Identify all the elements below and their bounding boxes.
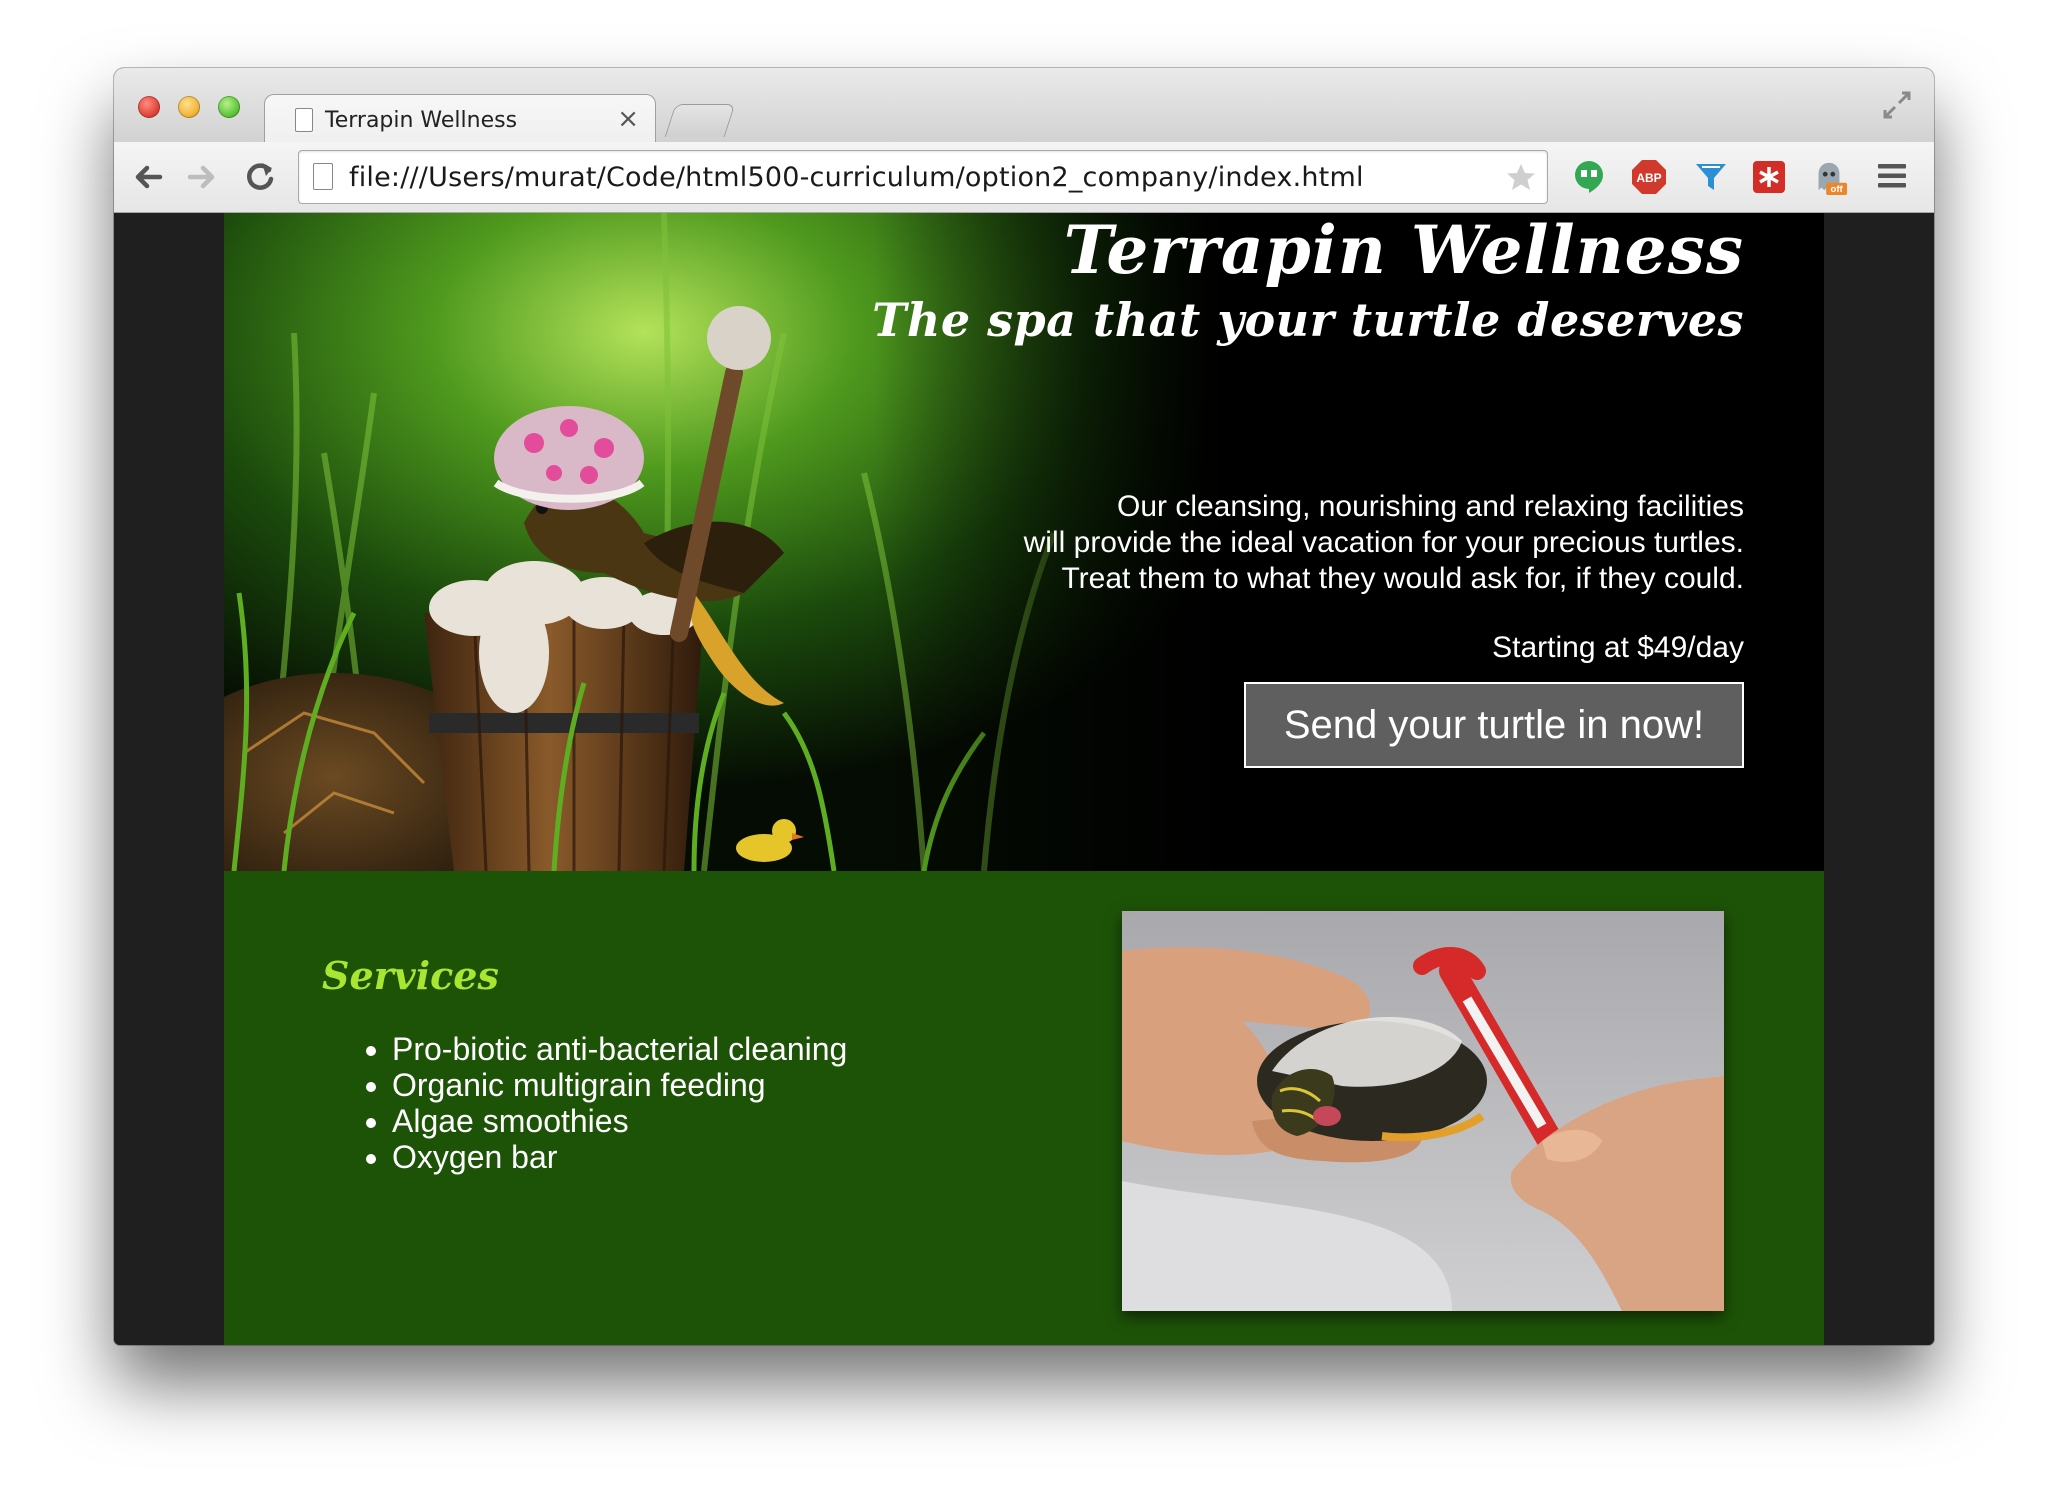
services-heading: Services bbox=[322, 953, 499, 998]
hero-description: Our cleansing, nourishing and relaxing f… bbox=[844, 489, 1744, 597]
hero-description-line: Our cleansing, nourishing and relaxing f… bbox=[1116, 490, 1744, 523]
hamburger-menu-icon[interactable] bbox=[1876, 161, 1908, 191]
hero-description-line: will provide the ideal vacation for your… bbox=[1023, 526, 1744, 559]
window-minimize-button[interactable] bbox=[178, 96, 200, 118]
page-viewport: Terrapin Wellness The spa that your turt… bbox=[114, 213, 1934, 1345]
ghostery-icon[interactable]: off bbox=[1810, 158, 1848, 196]
forward-arrow-icon[interactable] bbox=[184, 159, 220, 195]
list-item: Algae smoothies bbox=[392, 1103, 847, 1139]
page-icon bbox=[313, 163, 333, 190]
browser-window: Terrapin Wellness × file:///Users/murat/… bbox=[114, 68, 1934, 1345]
hero-description-line: Treat them to what they would ask for, i… bbox=[1061, 562, 1744, 595]
document-icon bbox=[295, 108, 313, 132]
adblock-plus-icon[interactable]: ABP bbox=[1630, 158, 1668, 196]
window-zoom-button[interactable] bbox=[218, 96, 240, 118]
site-tagline: The spa that your turtle deserves bbox=[872, 293, 1744, 347]
filter-icon[interactable] bbox=[1692, 158, 1730, 196]
tab-title: Terrapin Wellness bbox=[325, 108, 518, 133]
site-title: Terrapin Wellness bbox=[1063, 213, 1744, 289]
tab-terrapin-wellness[interactable]: Terrapin Wellness × bbox=[264, 94, 656, 145]
hangouts-icon[interactable] bbox=[1570, 158, 1608, 196]
tab-strip: Terrapin Wellness × bbox=[114, 68, 1934, 145]
hero-section: Terrapin Wellness The spa that your turt… bbox=[224, 213, 1824, 871]
list-item: Oxygen bar bbox=[392, 1139, 847, 1175]
reload-icon[interactable] bbox=[242, 159, 278, 195]
lastpass-icon[interactable] bbox=[1750, 158, 1788, 196]
address-bar[interactable]: file:///Users/murat/Code/html500-curricu… bbox=[298, 150, 1548, 204]
fullscreen-icon[interactable] bbox=[1882, 90, 1912, 120]
turtle-toothbrush-photo bbox=[1122, 911, 1724, 1311]
list-item: Organic multigrain feeding bbox=[392, 1067, 847, 1103]
abp-label: ABP bbox=[1636, 171, 1661, 185]
services-list: Pro-biotic anti-bacterial cleaning Organ… bbox=[366, 1031, 847, 1175]
list-item: Pro-biotic anti-bacterial cleaning bbox=[392, 1031, 847, 1067]
price-text: Starting at $49/day bbox=[1492, 631, 1744, 664]
send-turtle-button[interactable]: Send your turtle in now! bbox=[1244, 682, 1744, 768]
window-close-button[interactable] bbox=[138, 96, 160, 118]
hero-heading-group: Terrapin Wellness The spa that your turt… bbox=[872, 213, 1744, 355]
back-arrow-icon[interactable] bbox=[130, 159, 166, 195]
new-tab-button[interactable] bbox=[664, 104, 736, 137]
ghostery-badge: off bbox=[1831, 184, 1844, 195]
services-section: Services Pro-biotic anti-bacterial clean… bbox=[224, 871, 1824, 1345]
browser-toolbar: file:///Users/murat/Code/html500-curricu… bbox=[114, 142, 1934, 213]
page-container: Terrapin Wellness The spa that your turt… bbox=[224, 213, 1824, 1345]
bookmark-star-icon[interactable] bbox=[1505, 161, 1537, 193]
url-text[interactable]: file:///Users/murat/Code/html500-curricu… bbox=[349, 162, 1364, 193]
tab-close-icon[interactable]: × bbox=[617, 104, 639, 134]
